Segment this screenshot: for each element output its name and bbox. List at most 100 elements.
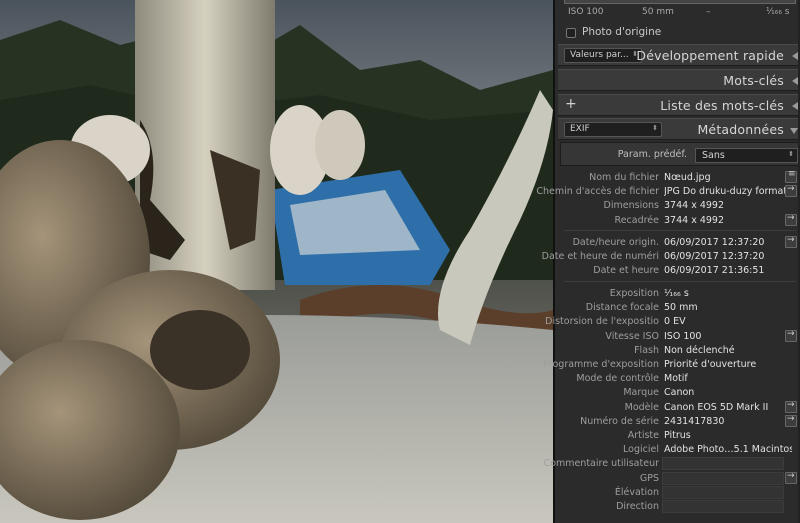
metadata-row: Nom du fichier Nœud.jpg (558, 169, 800, 185)
original-photo-checkbox[interactable] (566, 28, 576, 38)
metadata-key: Exposition (609, 288, 659, 299)
preset-value: Sans (702, 150, 725, 161)
right-panel: ISO 100 50 mm – ¹⁄₁₆₆ s Photo d'origine … (536, 0, 800, 523)
metadata-value[interactable]: Adobe Photo…5.1 Macintosh (664, 444, 792, 455)
metadata-value[interactable]: Motif (664, 373, 688, 384)
metadata-key: Nom du fichier (589, 172, 659, 183)
metadata-key: Vitesse ISO (605, 330, 659, 342)
info-shutter: ¹⁄₁₆₆ s (766, 7, 790, 17)
histogram-info-row: ISO 100 50 mm – ¹⁄₁₆₆ s (558, 0, 800, 22)
metadata-key: Élévation (614, 486, 659, 498)
add-keyword-plus-icon[interactable]: + (565, 96, 577, 112)
quick-develop-header[interactable]: Valeurs par... ⬍ Développement rapide (558, 44, 800, 66)
select-arrows-icon: ⬍ (652, 124, 658, 132)
metadata-row: Date et heure 06/09/2017 21:36:51 (558, 264, 800, 278)
metadata-value[interactable]: 06/09/2017 12:37:20 (664, 251, 764, 262)
go-to-arrow-icon[interactable] (785, 329, 797, 342)
metadata-row: Logiciel Adobe Photo…5.1 Macintosh (558, 443, 800, 457)
metadata-value[interactable]: Nœud.jpg (664, 172, 711, 183)
metadata-value[interactable]: 3744 x 4992 (664, 200, 724, 211)
metadata-row: Mode de contrôle Motif (558, 372, 800, 386)
metadata-key: Date/heure origin. (572, 237, 659, 248)
metadata-row: Flash Non déclenché (558, 344, 800, 358)
metadata-row: Commentaire utilisateur (544, 457, 800, 471)
metadata-value[interactable]: Canon EOS 5D Mark II (664, 402, 768, 413)
metadata-header[interactable]: EXIF ⬍ Métadonnées (558, 118, 800, 140)
metadata-key: Distorsion de l'expositio (545, 316, 659, 328)
preset-select[interactable]: Sans ⬍ (695, 148, 798, 163)
photo-image (0, 0, 553, 523)
metadata-key: Recadrée (614, 214, 659, 226)
metadata-value[interactable]: 0 EV (664, 316, 686, 327)
metadata-empty-field[interactable] (662, 457, 784, 471)
metadata-empty-field[interactable] (662, 500, 784, 513)
metadata-value[interactable]: 3744 x 4992 (664, 215, 724, 226)
expand-triangle-icon[interactable] (790, 128, 798, 134)
metadata-value[interactable]: JPG Do druku-duzy format (664, 186, 787, 197)
metadata-empty-field[interactable] (662, 485, 784, 499)
metadata-row: Date/heure origin. 06/09/2017 12:37:20 (558, 235, 800, 250)
metadata-key: Commentaire utilisateur (543, 458, 660, 470)
metadata-key: Date et heure (593, 265, 659, 277)
go-to-arrow-icon[interactable] (785, 184, 797, 198)
metadata-value[interactable]: Non déclenché (664, 345, 735, 356)
metadata-key: Flash (634, 344, 659, 356)
metadata-value[interactable]: 50 mm (664, 302, 698, 313)
metadata-key: Logiciel (623, 444, 659, 456)
metadata-row: Direction (558, 500, 800, 514)
keywords-header[interactable]: Mots-clés (558, 69, 800, 91)
metadata-key: Marque (623, 387, 659, 399)
metadata-row: Vitesse ISO ISO 100 (558, 329, 800, 344)
info-focal: 50 mm (642, 7, 674, 17)
select-arrows-icon: ⬍ (788, 150, 794, 158)
keyword-list-header[interactable]: + Liste des mots-clés (558, 94, 800, 116)
list-action-icon[interactable] (785, 169, 797, 183)
metadata-separator (564, 281, 796, 282)
metadata-view-select[interactable]: EXIF ⬍ (564, 122, 662, 137)
keywords-title: Mots-clés (723, 73, 784, 88)
quick-develop-preset-select[interactable]: Valeurs par... ⬍ (564, 48, 642, 63)
metadata-key: Direction (616, 501, 659, 512)
original-photo-row[interactable]: Photo d'origine (558, 22, 800, 44)
metadata-key: Numéro de série (580, 415, 659, 427)
go-to-arrow-icon[interactable] (785, 414, 797, 427)
metadata-empty-field[interactable] (662, 471, 784, 485)
metadata-key: Modèle (624, 401, 659, 413)
info-iso: ISO 100 (568, 7, 604, 17)
quick-develop-preset-label: Valeurs par... (570, 50, 629, 60)
metadata-row: GPS (558, 471, 800, 486)
metadata-row: Élévation (558, 485, 800, 500)
metadata-key: Date et heure de numéri (541, 251, 659, 263)
metadata-row: Chemin d'accès de fichier JPG Do druku-du… (536, 184, 800, 199)
metadata-value[interactable]: 06/09/2017 12:37:20 (664, 237, 764, 248)
metadata-key: Chemin d'accès de fichier (536, 186, 659, 198)
metadata-value[interactable]: ISO 100 (664, 331, 701, 342)
metadata-key: Dimensions (603, 200, 659, 212)
metadata-row: Modèle Canon EOS 5D Mark II (558, 400, 800, 415)
metadata-value[interactable]: ¹⁄₁₆₆ s (664, 288, 689, 299)
metadata-value[interactable]: Pitrus (664, 430, 691, 441)
histogram-edge (564, 0, 796, 4)
metadata-row: Programme d'exposition Priorité d'ouvertu… (543, 358, 800, 372)
quick-develop-title: Développement rapide (636, 48, 784, 63)
metadata-title: Métadonnées (697, 122, 784, 137)
metadata-key: Programme d'exposition (543, 359, 659, 370)
go-to-arrow-icon[interactable] (785, 213, 797, 226)
metadata-value[interactable]: 06/09/2017 21:36:51 (664, 265, 764, 276)
metadata-preset-row: Param. prédéf. Sans ⬍ (560, 142, 800, 166)
go-to-arrow-icon[interactable] (785, 235, 797, 248)
metadata-view-label: EXIF (570, 124, 590, 134)
go-to-arrow-icon[interactable] (785, 400, 797, 413)
metadata-row: Distance focale 50 mm (558, 301, 800, 315)
photo-preview[interactable] (0, 0, 553, 523)
keyword-list-title: Liste des mots-clés (660, 98, 784, 113)
metadata-row: Numéro de série 2431417830 (558, 414, 800, 429)
go-to-arrow-icon[interactable] (785, 471, 797, 484)
metadata-row: Recadrée 3744 x 4992 (558, 213, 800, 228)
metadata-key: GPS (639, 472, 659, 484)
metadata-key: Artiste (627, 430, 659, 441)
metadata-row: Dimensions 3744 x 4992 (558, 199, 800, 213)
metadata-value[interactable]: 2431417830 (664, 416, 724, 427)
metadata-value[interactable]: Priorité d'ouverture (664, 359, 756, 370)
metadata-value[interactable]: Canon (664, 387, 694, 398)
